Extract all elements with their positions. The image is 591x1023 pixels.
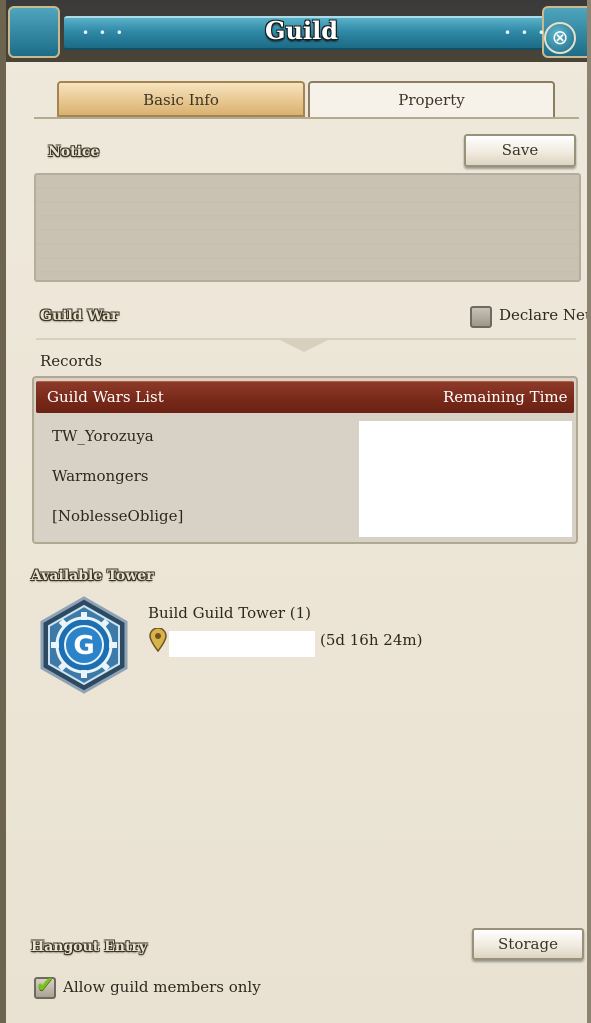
close-icon: ⊗ [551, 25, 569, 49]
svg-text:G: G [73, 631, 94, 661]
window-title: Guild [265, 16, 338, 45]
declare-neutral-checkbox[interactable] [470, 306, 492, 328]
table-row[interactable]: TW_Yorozuya [52, 427, 154, 445]
guild-window: • • • • • • Guild ⊗ Basic Info Property … [0, 0, 591, 1023]
tab-divider [34, 117, 579, 119]
storage-button[interactable]: Storage [472, 928, 584, 960]
available-tower-label: Available Tower [31, 568, 154, 584]
tower-duration: (5d 16h 24m) [320, 631, 423, 649]
tower-location-field [169, 631, 315, 657]
divider-notch [276, 338, 332, 352]
hangout-entry-label: Hangout Entry [31, 939, 147, 955]
header-guild-wars-list[interactable]: Guild Wars List [47, 388, 164, 406]
header-remaining-time[interactable]: Remaining Time [443, 388, 568, 406]
checkmark-icon: ✔ [36, 973, 55, 998]
table-row[interactable]: Warmongers [52, 467, 149, 485]
notice-label: Notice [48, 144, 100, 160]
guild-war-label: Guild War [40, 308, 119, 324]
notice-textarea[interactable] [34, 173, 581, 282]
remaining-time-panel [359, 421, 572, 537]
tab-property[interactable]: Property [308, 81, 555, 117]
close-button[interactable]: ⊗ [544, 22, 576, 54]
guild-tower-emblem-icon[interactable]: G [40, 596, 128, 694]
title-bar[interactable]: • • • • • • Guild ⊗ [6, 0, 587, 62]
save-button[interactable]: Save [464, 134, 576, 167]
map-pin-icon [149, 627, 167, 653]
members-only-checkbox[interactable]: ✔ [34, 973, 56, 999]
table-row[interactable]: [NoblesseOblige] [52, 507, 183, 525]
records-label: Records [40, 352, 103, 370]
declare-neutral-label: Declare Neutr [499, 306, 587, 324]
tab-basic-info[interactable]: Basic Info [57, 81, 305, 117]
tower-item-name: Build Guild Tower (1) [148, 604, 312, 622]
members-only-label: Allow guild members only [63, 978, 261, 996]
